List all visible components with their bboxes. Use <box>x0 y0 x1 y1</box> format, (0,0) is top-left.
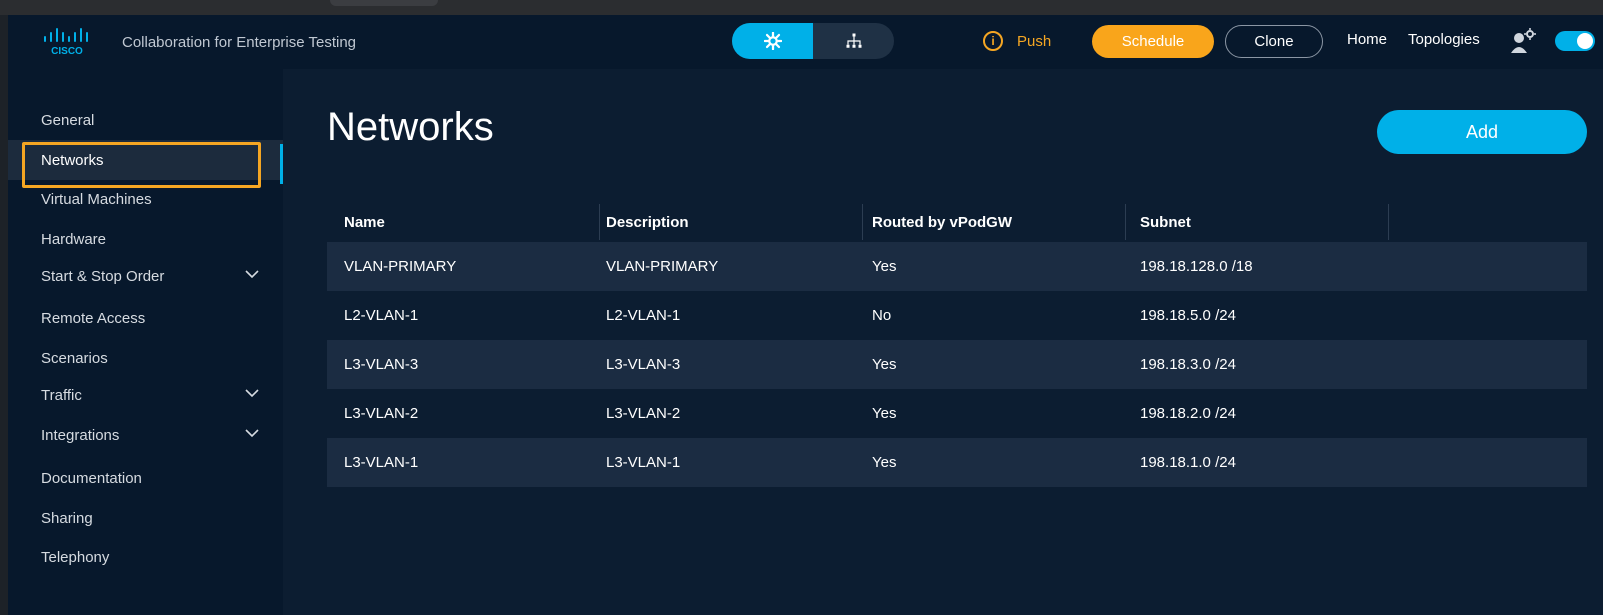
app-header: CISCO Collaboration for Enterprise Testi… <box>8 15 1603 69</box>
page-title: Networks <box>327 105 494 149</box>
column-header-name[interactable]: Name <box>327 202 385 242</box>
chevron-down-icon <box>245 429 259 438</box>
sidebar-item-start-stop-order[interactable]: Start & Stop Order <box>8 256 283 296</box>
table-row[interactable]: L3-VLAN-2 L3-VLAN-2 Yes 198.18.2.0 /24 <box>327 389 1587 438</box>
home-link[interactable]: Home <box>1347 31 1387 48</box>
cell-routed: Yes <box>872 356 897 373</box>
topology-view-button[interactable] <box>813 23 894 59</box>
sidebar-item-telephony[interactable]: Telephony <box>8 537 283 577</box>
cell-routed: Yes <box>872 405 897 422</box>
gear-icon <box>763 32 782 50</box>
theme-toggle-switch[interactable] <box>1555 31 1595 51</box>
cell-description: L3-VLAN-1 <box>606 454 681 471</box>
cell-name: L3-VLAN-2 <box>344 405 419 422</box>
cisco-logo-icon: CISCO <box>44 28 88 57</box>
cell-routed: No <box>872 307 892 324</box>
table-row[interactable]: VLAN-PRIMARY VLAN-PRIMARY Yes 198.18.128… <box>327 242 1587 291</box>
logo-text: CISCO <box>51 46 83 57</box>
cell-name: L3-VLAN-1 <box>344 454 419 471</box>
sidebar-item-general[interactable]: General <box>8 100 283 140</box>
cell-subnet: 198.18.2.0 /24 <box>1140 405 1236 422</box>
os-tab-pill <box>330 0 438 6</box>
cell-routed: Yes <box>872 258 897 275</box>
column-header-description[interactable]: Description <box>595 202 689 242</box>
table-row[interactable]: L3-VLAN-1 L3-VLAN-1 Yes 198.18.1.0 /24 <box>327 438 1587 487</box>
window-edge <box>0 15 8 615</box>
focus-highlight <box>22 142 261 188</box>
schedule-button[interactable]: Schedule <box>1092 25 1214 58</box>
clone-button[interactable]: Clone <box>1225 25 1323 58</box>
push-label: Push <box>1017 32 1052 50</box>
topology-icon <box>846 33 861 48</box>
sidebar-item-integrations[interactable]: Integrations <box>8 415 283 455</box>
view-toggle-group <box>732 23 894 59</box>
cell-subnet: 198.18.3.0 /24 <box>1140 356 1236 373</box>
user-settings-icon[interactable] <box>1510 28 1536 54</box>
cell-routed: Yes <box>872 454 897 471</box>
cell-description: L3-VLAN-3 <box>606 356 681 373</box>
cell-subnet: 198.18.128.0 /18 <box>1140 258 1253 275</box>
sidebar-item-label: Start & Stop Order <box>41 267 165 285</box>
main-content: Networks Add Name Description Routed by … <box>283 69 1603 615</box>
cell-name: L2-VLAN-1 <box>344 307 419 324</box>
switch-knob <box>1577 33 1593 49</box>
sidebar-item-scenarios[interactable]: Scenarios <box>8 338 283 378</box>
cell-description: L2-VLAN-1 <box>606 307 681 324</box>
cell-description: L3-VLAN-2 <box>606 405 681 422</box>
push-action[interactable]: i Push <box>983 31 1051 51</box>
sidebar-item-sharing[interactable]: Sharing <box>8 498 283 538</box>
sidebar-item-traffic[interactable]: Traffic <box>8 375 283 415</box>
column-divider <box>1388 204 1389 240</box>
topologies-link[interactable]: Topologies <box>1408 31 1480 48</box>
cell-name: VLAN-PRIMARY <box>344 258 457 275</box>
column-header-routed[interactable]: Routed by vPodGW <box>863 202 1012 242</box>
networks-table: Name Description Routed by vPodGW Subnet… <box>327 202 1587 487</box>
cell-subnet: 198.18.1.0 /24 <box>1140 454 1236 471</box>
table-row[interactable]: L3-VLAN-3 L3-VLAN-3 Yes 198.18.3.0 /24 <box>327 340 1587 389</box>
cell-subnet: 198.18.5.0 /24 <box>1140 307 1236 324</box>
sidebar-item-remote-access[interactable]: Remote Access <box>8 298 283 338</box>
sidebar-item-label: Integrations <box>41 426 120 444</box>
column-header-subnet[interactable]: Subnet <box>1131 202 1191 242</box>
table-row[interactable]: L2-VLAN-1 L2-VLAN-1 No 198.18.5.0 /24 <box>327 291 1587 340</box>
sidebar-item-documentation[interactable]: Documentation <box>8 458 283 498</box>
chevron-down-icon <box>245 270 259 279</box>
chevron-down-icon <box>245 389 259 398</box>
os-top-bar <box>0 0 1603 15</box>
cell-name: L3-VLAN-3 <box>344 356 419 373</box>
add-button[interactable]: Add <box>1377 110 1587 154</box>
app-title: Collaboration for Enterprise Testing <box>122 34 357 51</box>
sidebar-item-hardware[interactable]: Hardware <box>8 219 283 259</box>
info-icon: i <box>983 31 1003 51</box>
column-divider <box>1125 204 1126 240</box>
table-header: Name Description Routed by vPodGW Subnet <box>327 202 1587 242</box>
sidebar-item-label: Traffic <box>41 386 82 404</box>
settings-view-button[interactable] <box>732 23 813 59</box>
cell-description: VLAN-PRIMARY <box>606 258 719 275</box>
